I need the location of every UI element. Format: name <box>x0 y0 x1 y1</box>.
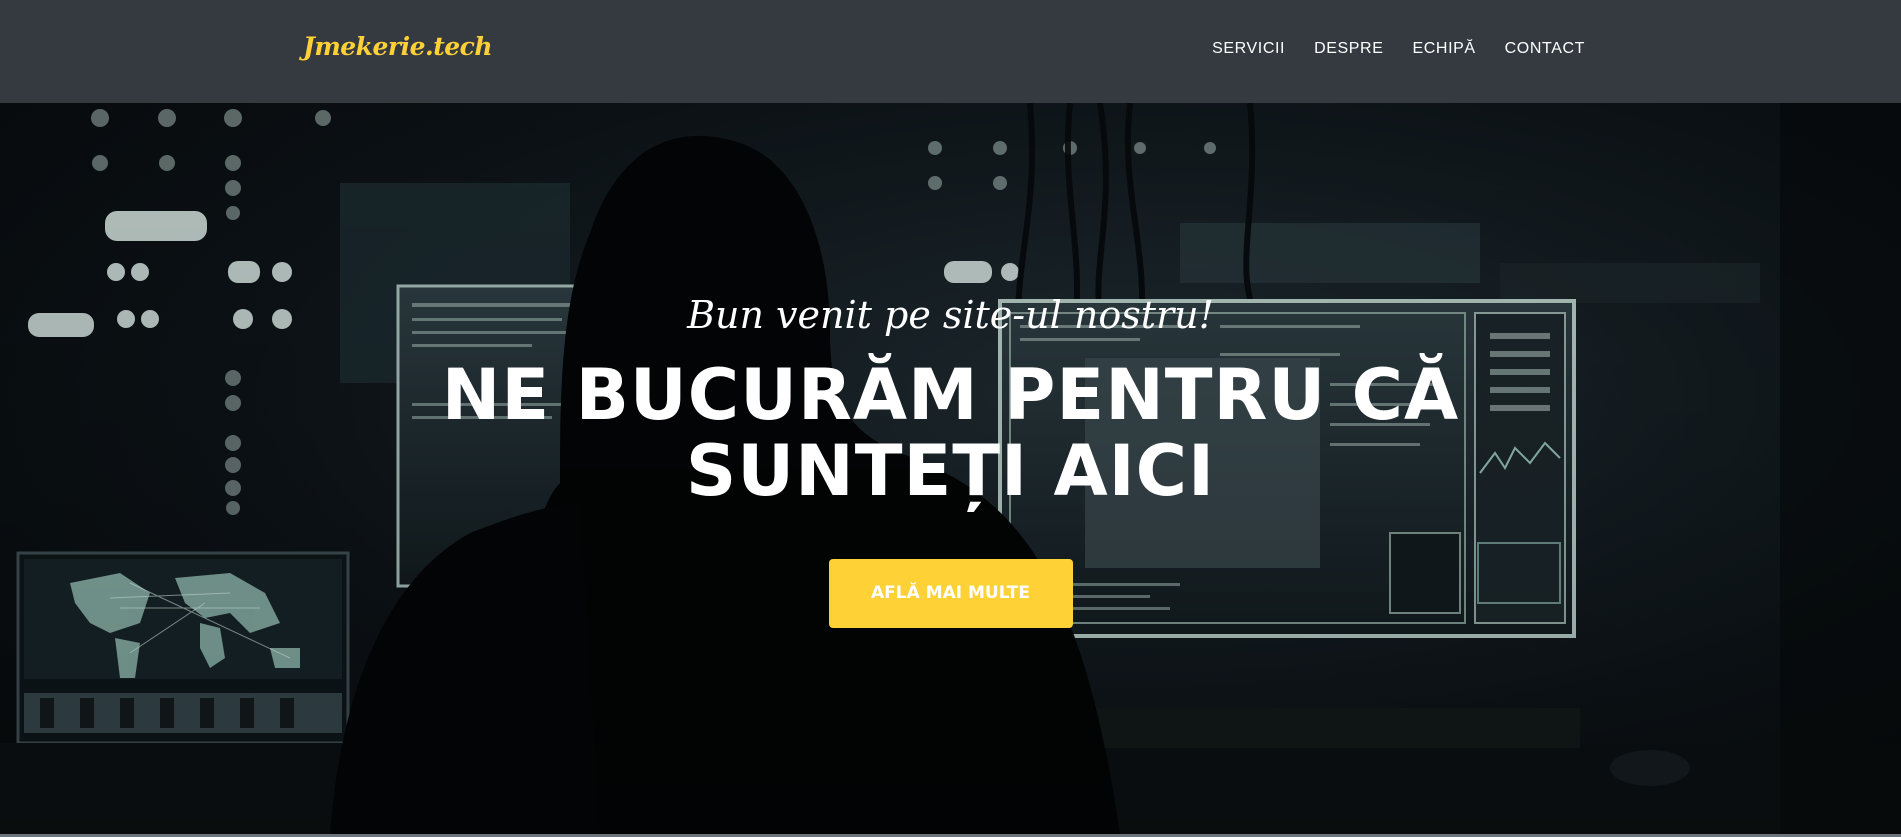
hero-content: Bun venit pe site-ul nostru! NE BUCURĂM … <box>0 293 1901 628</box>
nav-link-contact[interactable]: CONTACT <box>1505 40 1585 58</box>
hero-section: Bun venit pe site-ul nostru! NE BUCURĂM … <box>0 103 1901 834</box>
nav-link-echipa[interactable]: ECHIPĂ <box>1412 40 1475 58</box>
learn-more-button[interactable]: AFLĂ MAI MULTE <box>828 559 1073 628</box>
nav-link-servicii[interactable]: SERVICII <box>1212 40 1285 58</box>
navbar: Jmekerie.tech SERVICII DESPRE ECHIPĂ CON… <box>0 0 1901 103</box>
hero-heading: NE BUCURĂM PENTRU CĂ SUNTEȚI AICI <box>441 354 1460 512</box>
brand-logo-link[interactable]: Jmekerie.tech <box>303 32 493 61</box>
nav-link-despre[interactable]: DESPRE <box>1314 40 1383 58</box>
nav-links: SERVICII DESPRE ECHIPĂ CONTACT <box>1212 40 1585 58</box>
hero-subheading: Bun venit pe site-ul nostru! <box>687 293 1214 337</box>
